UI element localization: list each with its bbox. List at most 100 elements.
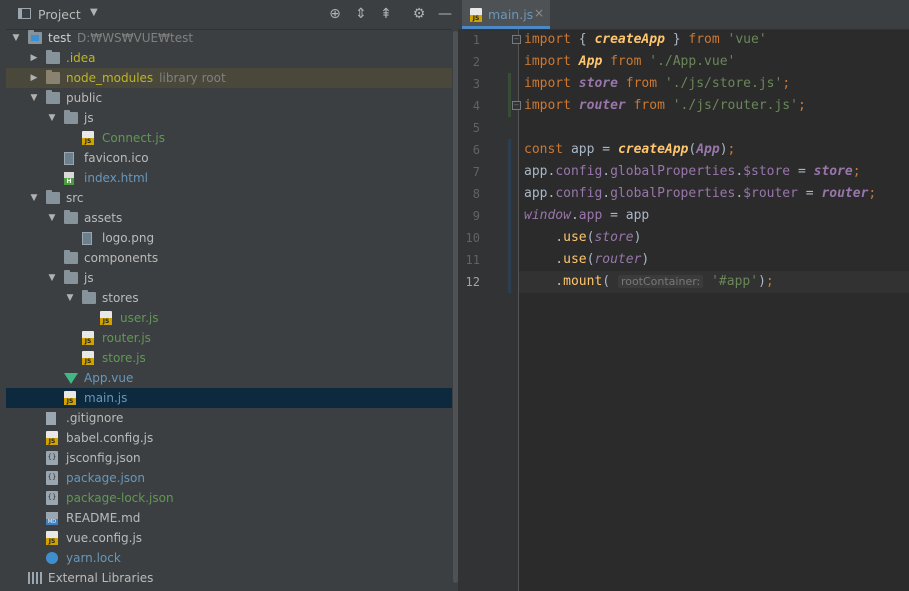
- js-file-icon: [100, 311, 112, 325]
- code-token: store: [813, 164, 853, 179]
- tree-item[interactable]: vue.config.js: [6, 528, 458, 548]
- chevron-down-icon[interactable]: ▼: [46, 268, 58, 288]
- line-number: 12: [465, 275, 480, 289]
- tree-item[interactable]: package-lock.json: [6, 488, 458, 508]
- vcs-change-marker[interactable]: [508, 139, 511, 293]
- code-editor[interactable]: import { createApp } from 'vue' import Ap…: [519, 29, 909, 591]
- code-token: App: [578, 54, 603, 69]
- chevron-down-icon[interactable]: ▼: [28, 88, 40, 108]
- tree-item[interactable]: yarn.lock: [6, 548, 458, 568]
- code-line: import router from './js/router.js';: [524, 95, 806, 117]
- tree-item[interactable]: App.vue: [6, 368, 458, 388]
- tree-item[interactable]: jsconfig.json: [6, 448, 458, 468]
- tree-item[interactable]: components: [6, 248, 458, 268]
- code-token: {: [570, 32, 595, 47]
- tree-item[interactable]: ▼ public: [6, 88, 458, 108]
- editor-area: main.js × 123456789101112−− import { cre…: [458, 0, 909, 591]
- chevron-down-icon[interactable]: ▼: [90, 7, 98, 18]
- tree-item-label: node_modules library root: [66, 71, 226, 85]
- code-token: $store: [743, 164, 791, 179]
- code-token: from: [633, 98, 665, 113]
- js-file-icon: [46, 531, 58, 545]
- tree-item[interactable]: router.js: [6, 328, 458, 348]
- yarn-file-icon: [46, 552, 58, 564]
- tree-item[interactable]: logo.png: [6, 228, 458, 248]
- code-token: createApp: [617, 142, 689, 157]
- chevron-down-icon[interactable]: ▼: [28, 188, 40, 208]
- js-file-icon: [64, 391, 76, 405]
- tree-item-label: .idea: [66, 51, 96, 65]
- code-line: .use(store): [524, 227, 641, 249]
- code-token: import: [524, 32, 571, 47]
- tree-item[interactable]: ▼ js: [6, 108, 458, 128]
- collapse-all-icon[interactable]: ⇞: [377, 5, 395, 23]
- tab-main-js[interactable]: main.js ×: [462, 0, 550, 29]
- code-token: .: [602, 186, 611, 201]
- code-token: globalProperties: [610, 164, 736, 179]
- gear-icon[interactable]: ⚙: [410, 5, 428, 23]
- chevron-right-icon[interactable]: ▶: [28, 48, 40, 68]
- tree-item-label: js: [84, 111, 94, 125]
- tree-item-label: user.js: [120, 311, 159, 325]
- tree-item-label: babel.config.js: [66, 431, 154, 445]
- folder-icon: [46, 90, 60, 104]
- vcs-change-marker[interactable]: [508, 73, 511, 117]
- editor-tabs: main.js ×: [458, 0, 909, 30]
- tree-item[interactable]: ▶ .idea: [6, 48, 458, 68]
- tree-item[interactable]: External Libraries: [6, 568, 458, 588]
- tree-item[interactable]: index.html: [6, 168, 458, 188]
- markdown-file-icon: [46, 512, 58, 525]
- code-token: globalProperties: [610, 186, 736, 201]
- tree-item[interactable]: README.md: [6, 508, 458, 528]
- tree-item[interactable]: ▼ test D:₩WS₩VUE₩test: [6, 28, 458, 48]
- chevron-down-icon[interactable]: ▼: [10, 28, 22, 48]
- chevron-down-icon[interactable]: ▼: [64, 288, 76, 308]
- code-line: app.config.globalProperties.$router = ro…: [524, 183, 876, 205]
- tree-item[interactable]: ▼ stores: [6, 288, 458, 308]
- chevron-down-icon[interactable]: ▼: [46, 208, 58, 228]
- tree-item[interactable]: ▶ node_modules library root: [6, 68, 458, 88]
- tree-item-hint: library root: [159, 71, 226, 85]
- json-file-icon: [46, 491, 58, 505]
- code-token: ;: [782, 76, 791, 91]
- tree-item[interactable]: ▼ assets: [6, 208, 458, 228]
- chevron-right-icon[interactable]: ▶: [28, 68, 40, 88]
- image-file-icon: [64, 152, 74, 165]
- code-token: import: [524, 54, 571, 69]
- tree-item-label: .gitignore: [66, 411, 124, 425]
- code-token: from: [610, 54, 642, 69]
- code-token: router: [594, 252, 642, 267]
- chevron-down-icon[interactable]: ▼: [46, 108, 58, 128]
- code-token: 'vue': [727, 32, 767, 47]
- expand-all-icon[interactable]: ⇕: [352, 5, 370, 23]
- close-icon[interactable]: ×: [534, 6, 544, 20]
- tree-item[interactable]: .gitignore: [6, 408, 458, 428]
- module-folder-icon: [28, 30, 42, 44]
- tree-item[interactable]: main.js: [6, 388, 458, 408]
- code-token: config: [555, 186, 603, 201]
- code-token: ;: [852, 164, 861, 179]
- tree-item[interactable]: ▼ src: [6, 188, 458, 208]
- js-file-icon: [82, 131, 94, 145]
- tree-item[interactable]: ▼ js: [6, 268, 458, 288]
- tree-item[interactable]: user.js: [6, 308, 458, 328]
- code-token: createApp: [594, 32, 665, 47]
- tree-item[interactable]: babel.config.js: [6, 428, 458, 448]
- tree-item-label: External Libraries: [48, 571, 154, 585]
- hide-icon[interactable]: —: [436, 5, 454, 23]
- code-token: }: [664, 32, 689, 47]
- json-file-icon: [46, 451, 58, 465]
- line-number: 10: [465, 231, 480, 245]
- crosshair-icon[interactable]: ⊕: [326, 5, 344, 23]
- js-file-icon: [82, 351, 94, 365]
- tree-item[interactable]: Connect.js: [6, 128, 458, 148]
- code-token: ;: [727, 142, 736, 157]
- tree-item[interactable]: package.json: [6, 468, 458, 488]
- tree-item[interactable]: store.js: [6, 348, 458, 368]
- tree-item[interactable]: favicon.ico: [6, 148, 458, 168]
- code-token: .: [570, 208, 579, 223]
- code-token: app.: [524, 186, 556, 201]
- code-token: .: [735, 164, 744, 179]
